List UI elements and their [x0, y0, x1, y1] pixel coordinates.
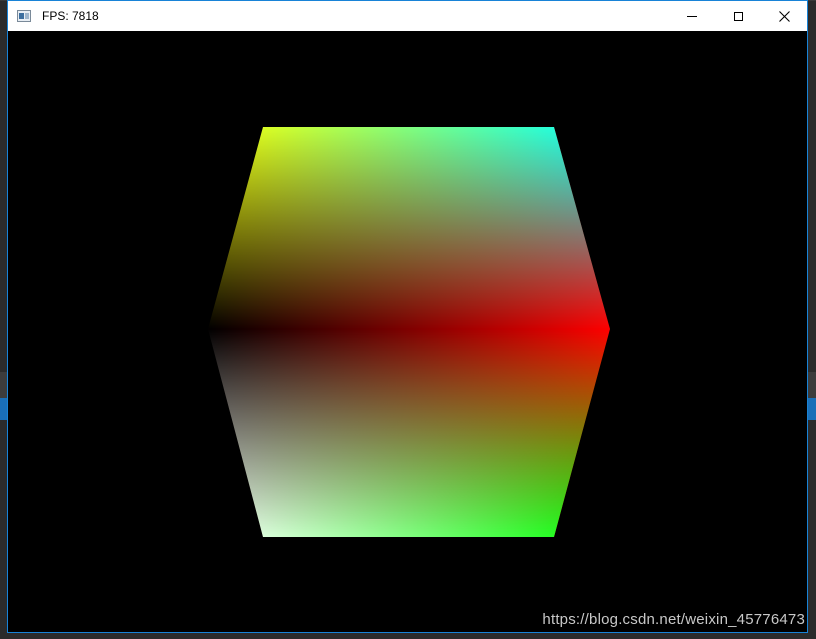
maximize-button[interactable] — [715, 1, 761, 31]
minimize-button[interactable] — [669, 1, 715, 31]
desktop-right-accent — [808, 398, 816, 420]
title-bar[interactable]: FPS: 7818 — [8, 1, 807, 31]
close-button[interactable] — [761, 1, 807, 31]
watermark-url: https://blog.csdn.net/weixin_45776473 — [542, 611, 805, 628]
desktop-right-strip — [808, 372, 816, 398]
desktop-left-accent — [0, 398, 7, 420]
minimize-icon — [687, 15, 697, 17]
color-gradient-cube — [208, 127, 610, 537]
app-window-icon[interactable] — [17, 10, 31, 22]
render-viewport[interactable]: https://blog.csdn.net/weixin_45776473 — [8, 31, 807, 632]
desktop-left-strip — [0, 372, 7, 398]
window-title: FPS: 7818 — [42, 9, 99, 23]
close-icon — [778, 10, 790, 22]
app-window: FPS: 7818 https://blog.csdn.net/weixin_4… — [7, 0, 808, 633]
maximize-icon — [733, 11, 743, 21]
